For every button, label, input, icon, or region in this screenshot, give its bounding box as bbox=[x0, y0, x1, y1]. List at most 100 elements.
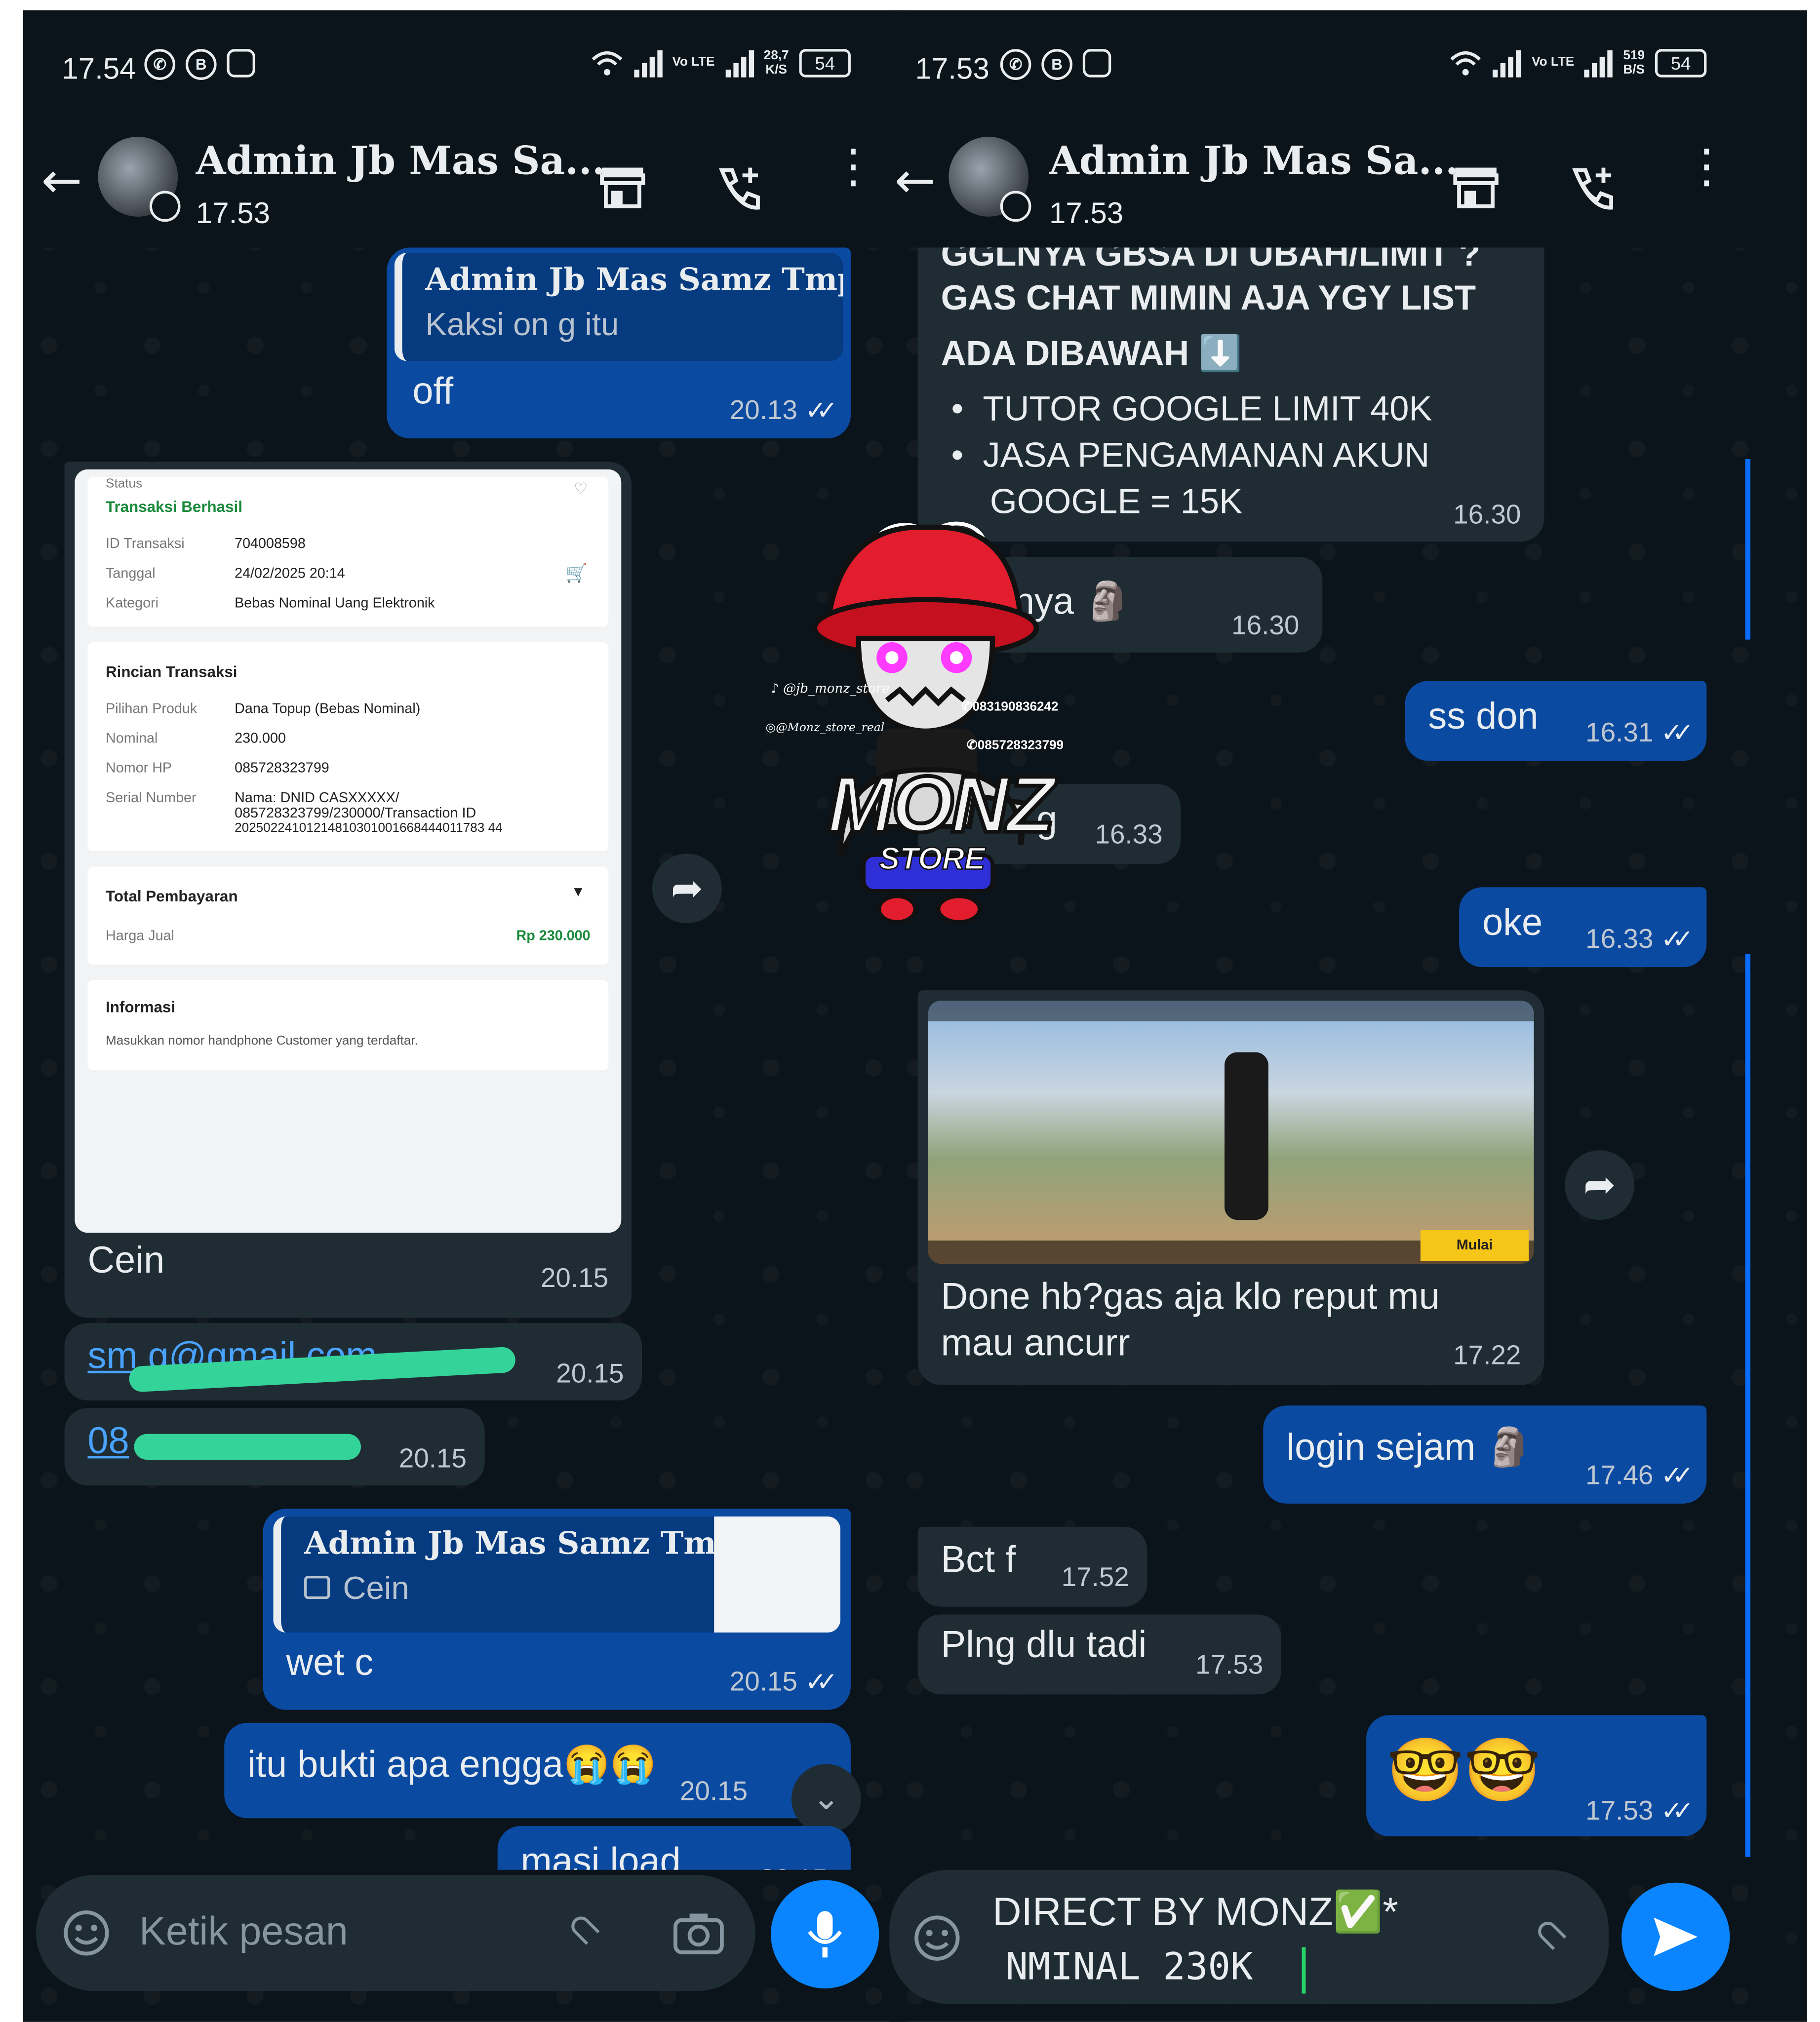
message-bubble[interactable]: 🤓🤓 17.53 ✓✓ bbox=[1366, 1715, 1707, 1836]
signal-icon bbox=[1493, 49, 1522, 78]
message-text: Bct f bbox=[941, 1539, 1016, 1581]
message-input-line1[interactable]: DIRECT BY MONZ✅* bbox=[992, 1888, 1398, 1936]
quoted-message[interactable]: Admin Jb Mas Samz Tmpn Kaksi on g itu bbox=[394, 252, 843, 361]
message-time: 20.15 bbox=[679, 1777, 748, 1807]
phone-link[interactable]: 08 bbox=[88, 1421, 129, 1464]
message-bubble[interactable]: masi load 20.15 bbox=[497, 1826, 851, 1870]
message-time: 17.22 bbox=[1453, 1341, 1521, 1371]
status-right: Vo LTE 519 B/S 54 bbox=[1449, 49, 1707, 78]
status-time: 17.53 bbox=[915, 51, 989, 85]
message-bubble[interactable]: Plng dlu tadi 17.53 bbox=[917, 1614, 1281, 1695]
status-app-icons: ✆ B bbox=[144, 49, 255, 80]
chat-header: ← Admin Jb Mas Sa... 17.53 ⋮ bbox=[889, 123, 1807, 248]
forward-icon[interactable]: ➦ bbox=[652, 854, 722, 924]
more-options-icon[interactable]: ⋮ bbox=[830, 144, 876, 190]
read-ticks-icon: ✓✓ bbox=[1661, 719, 1694, 748]
instagram-icon bbox=[227, 49, 255, 78]
microphone-icon bbox=[808, 1911, 842, 1958]
forward-icon[interactable]: ➦ bbox=[1565, 1150, 1635, 1220]
receipt-detail-card: Rincian Transaksi Pilihan Produk Dana To… bbox=[87, 642, 609, 852]
back-arrow-icon[interactable]: ← bbox=[895, 152, 936, 209]
game-top-bar bbox=[928, 1001, 1534, 1021]
message-bubble[interactable]: ss don 16.31 ✓✓ bbox=[1405, 681, 1707, 761]
receipt-image[interactable]: Status Transaksi Berhasil ♡ ID Transaksi… bbox=[75, 469, 622, 1233]
quote-text: Cein bbox=[343, 1570, 409, 1607]
business-icon: B bbox=[1041, 49, 1072, 80]
message-input-box[interactable]: DIRECT BY MONZ✅* NMINAL 230K ⊂ bbox=[889, 1869, 1609, 2004]
message-input[interactable]: Ketik pesan bbox=[139, 1908, 348, 1955]
add-call-icon[interactable] bbox=[1567, 162, 1619, 214]
chat-header: ← Admin Jb Mas Sa... 17.53 ⋮ bbox=[23, 123, 908, 248]
status-bar: 17.53 ✆ B Vo LTE 519 B/S 54 bbox=[889, 10, 1807, 124]
send-icon bbox=[1654, 1917, 1698, 1956]
status-time: 17.54 bbox=[62, 51, 136, 85]
read-ticks-icon: ✓✓ bbox=[805, 1669, 837, 1697]
read-ticks-icon: ✓✓ bbox=[1661, 1797, 1694, 1826]
message-bubble[interactable]: itu bukti apa engga😭😭 20.15 bbox=[224, 1722, 851, 1819]
receipt-status-card: Status Transaksi Berhasil ♡ ID Transaksi… bbox=[87, 477, 609, 627]
camera-icon[interactable] bbox=[673, 1911, 724, 1955]
net-speed: 519 B/S bbox=[1623, 49, 1645, 78]
attach-icon[interactable]: ⊂ bbox=[555, 1898, 614, 1957]
read-ticks-icon: ✓✓ bbox=[1661, 926, 1694, 955]
image-message[interactable]: Status Transaksi Berhasil ♡ ID Transaksi… bbox=[64, 462, 632, 1318]
shop-icon[interactable] bbox=[598, 165, 647, 209]
shop-icon[interactable] bbox=[1451, 165, 1500, 209]
message-bubble[interactable]: Bct f 17.52 bbox=[917, 1526, 1147, 1607]
sticker-whatsapp-2: ✆085728323799 bbox=[966, 739, 1064, 753]
left-chat-screen: 17.54 ✆ B Vo LTE 28,7 K/S 54 ← Admin Jb M… bbox=[23, 10, 908, 2022]
scroll-indicator bbox=[1745, 459, 1751, 640]
scroll-down-icon[interactable]: ⌄ bbox=[791, 1764, 861, 1834]
message-bubble[interactable]: sm g@gmail.com 20.15 bbox=[64, 1323, 642, 1400]
send-button[interactable] bbox=[1622, 1882, 1730, 1991]
message-time: 20.15 bbox=[398, 1444, 467, 1474]
heart-icon: ♡ bbox=[574, 479, 588, 498]
quote-author: Admin Jb Mas Samz Tmpn bbox=[304, 1524, 761, 1562]
attach-icon[interactable]: ⊂ bbox=[1522, 1904, 1581, 1963]
status-bar: 17.54 ✆ B Vo LTE 28,7 K/S 54 bbox=[23, 10, 908, 124]
back-arrow-icon[interactable]: ← bbox=[41, 152, 82, 209]
voice-note-button[interactable] bbox=[771, 1880, 879, 1989]
message-bubble[interactable]: Admin Jb Mas Samz Tmpn Cein wet c 20.15 … bbox=[263, 1509, 851, 1710]
message-input-line2[interactable]: NMINAL 230K bbox=[1005, 1944, 1253, 1988]
message-text: login sejam 🗿 bbox=[1286, 1427, 1533, 1469]
emoji-icon[interactable] bbox=[62, 1908, 111, 1957]
quoted-message[interactable]: Admin Jb Mas Samz Tmpn Cein bbox=[273, 1516, 841, 1633]
sticker-brand: MONZ bbox=[826, 759, 1057, 852]
message-bubble[interactable]: Admin Jb Mas Samz Tmpn Kaksi on g itu of… bbox=[387, 247, 851, 439]
message-time: 17.46 ✓✓ bbox=[1585, 1461, 1694, 1491]
message-input-box[interactable]: Ketik pesan ⊂ bbox=[36, 1875, 755, 1991]
image-message[interactable]: Mulai Done hb?gas aja klo reput mu mau a… bbox=[917, 990, 1544, 1385]
sticker-whatsapp-1: ✆083190836242 bbox=[961, 700, 1059, 715]
composer-bar: DIRECT BY MONZ✅* NMINAL 230K ⊂ bbox=[889, 1869, 1807, 2022]
contact-name[interactable]: Admin Jb Mas Sa... bbox=[1049, 139, 1459, 184]
message-text: masi load bbox=[520, 1841, 681, 1870]
list-item: • JASA PENGAMANAN AKUN bbox=[951, 435, 1430, 475]
battery-icon: 54 bbox=[1655, 49, 1707, 78]
text-cursor bbox=[1302, 1947, 1306, 1994]
message-list[interactable]: Admin Jb Mas Samz Tmpn Kaksi on g itu of… bbox=[23, 247, 908, 1870]
transaction-status: Transaksi Berhasil bbox=[106, 498, 242, 516]
game-screenshot-image[interactable]: Mulai bbox=[928, 1001, 1534, 1264]
add-call-icon[interactable] bbox=[714, 162, 765, 214]
sticker-brand-sub: STORE bbox=[878, 841, 986, 877]
more-options-icon[interactable]: ⋮ bbox=[1683, 144, 1730, 190]
battery-icon: 54 bbox=[799, 49, 851, 78]
net-speed: 28,7 K/S bbox=[763, 49, 789, 78]
message-bubble[interactable]: oke 16.33 ✓✓ bbox=[1459, 887, 1707, 968]
message-list[interactable]: GGLNYA GBSA DI UBAH/LIMIT ? GAS CHAT MIM… bbox=[889, 247, 1807, 1870]
message-time: 16.31 ✓✓ bbox=[1585, 718, 1694, 748]
emoji-icon[interactable] bbox=[912, 1914, 961, 1963]
message-time: 20.15 bbox=[540, 1263, 609, 1294]
message-bubble[interactable]: login sejam 🗿 17.46 ✓✓ bbox=[1263, 1405, 1707, 1504]
message-bubble[interactable]: GGLNYA GBSA DI UBAH/LIMIT ? GAS CHAT MIM… bbox=[917, 247, 1544, 542]
business-icon: B bbox=[185, 49, 217, 80]
photo-icon bbox=[304, 1576, 330, 1599]
quote-thumbnail bbox=[714, 1516, 841, 1633]
message-bubble[interactable]: 08 20.15 bbox=[64, 1408, 485, 1486]
message-time: 16.30 bbox=[1231, 611, 1300, 641]
monz-store-sticker: ♪ @jb_monz_store ◎@Monz_store_real ✆0831… bbox=[763, 509, 1098, 935]
instagram-icon bbox=[1082, 49, 1111, 78]
contact-name[interactable]: Admin Jb Mas Sa... bbox=[196, 139, 605, 184]
message-time: 17.53 ✓✓ bbox=[1585, 1796, 1694, 1826]
